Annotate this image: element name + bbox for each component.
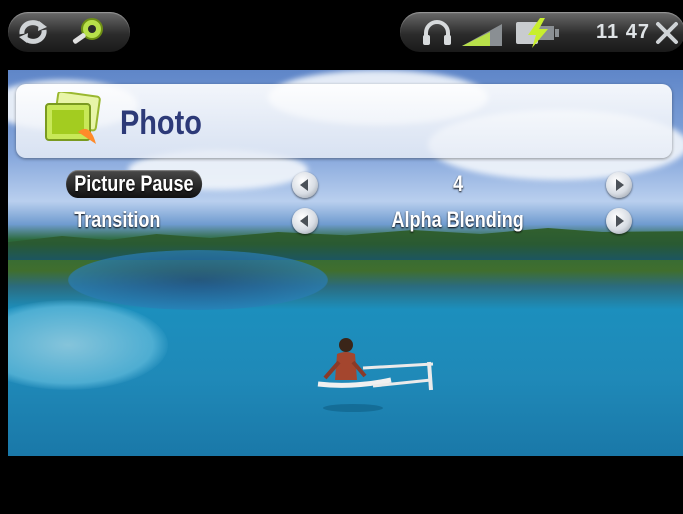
close-icon[interactable]	[654, 20, 680, 50]
chevron-right-icon	[616, 215, 624, 227]
lagoon-shallows	[8, 300, 168, 390]
setting-row-picture-pause[interactable]: Picture Pause 4	[8, 170, 683, 200]
chevron-left-icon	[300, 179, 308, 191]
bottom-bar	[8, 456, 683, 514]
battery-charging-icon	[514, 18, 566, 52]
status-pill-right: 11 47	[400, 12, 683, 52]
increase-arrow-button[interactable]	[606, 172, 632, 198]
slideshow-photo[interactable]: Photo Picture Pause 4 Transition Alpha B…	[8, 70, 683, 456]
setting-row-transition[interactable]: Transition Alpha Blending	[8, 206, 683, 236]
device-screen: 11 47 Photo Picture Pause 4 Transition A…	[8, 8, 683, 514]
chevron-right-icon	[616, 179, 624, 191]
photo-settings-header: Photo	[16, 84, 672, 158]
setting-value: 4	[452, 171, 464, 196]
sync-icon[interactable]	[16, 18, 50, 50]
decrease-arrow-button[interactable]	[292, 172, 318, 198]
setting-value: Alpha Blending	[391, 207, 525, 232]
headphones-icon	[422, 20, 452, 50]
status-time: 11 47	[596, 21, 650, 43]
status-pill-left	[8, 12, 130, 52]
settings-gear-icon[interactable]	[68, 16, 108, 52]
page-title: Photo	[120, 104, 202, 142]
photo-stack-icon	[40, 90, 104, 156]
status-bar: 11 47	[8, 8, 683, 70]
setting-label: Picture Pause	[66, 170, 202, 198]
outrigger-canoe	[317, 338, 434, 412]
chevron-left-icon	[300, 215, 308, 227]
increase-arrow-button[interactable]	[606, 208, 632, 234]
decrease-arrow-button[interactable]	[292, 208, 318, 234]
setting-label: Transition	[74, 207, 161, 232]
lagoon-reef	[68, 250, 328, 310]
signal-strength-icon	[462, 22, 504, 50]
